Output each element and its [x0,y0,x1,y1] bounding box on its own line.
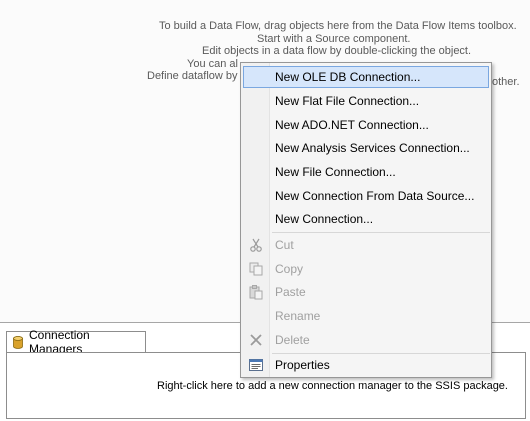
menu-item-new-file-connection[interactable]: New File Connection... [243,161,489,183]
menu-item-label: New Analysis Services Connection... [275,141,470,155]
menu-item-delete[interactable]: Delete [243,329,489,351]
scissors-icon [248,237,264,253]
tab-connection-managers[interactable]: Connection Managers [6,328,146,356]
context-menu: New OLE DB Connection... New Flat File C… [240,62,492,378]
menu-item-new-ole-db-connection[interactable]: New OLE DB Connection... [243,66,489,88]
menu-item-properties[interactable]: Properties [243,354,489,376]
menu-separator [272,232,490,233]
menu-item-label: Delete [275,333,310,347]
menu-item-label: New Flat File Connection... [275,94,420,108]
delete-icon [248,332,264,348]
menu-item-label: Rename [275,309,321,323]
hint-line: Define dataflow by d [147,70,247,82]
menu-item-label: Paste [275,285,306,299]
hint-line: To build a Data Flow, drag objects here … [159,20,517,32]
hint-line: Start with a Source component. [257,32,411,45]
properties-icon [248,357,264,373]
menu-item-new-connection-from-data-source[interactable]: New Connection From Data Source... [243,185,489,207]
menu-item-copy[interactable]: Copy [243,258,489,280]
hint-line: other. [492,76,520,88]
menu-item-cut[interactable]: Cut [243,234,489,256]
hint-line: You can al [187,57,238,70]
copy-icon [248,261,264,277]
menu-item-label: New ADO.NET Connection... [275,118,429,132]
menu-item-new-connection[interactable]: New Connection... [243,208,489,230]
menu-item-new-analysis-services-connection[interactable]: New Analysis Services Connection... [243,137,489,159]
menu-item-label: New OLE DB Connection... [275,70,421,84]
menu-item-new-adonet-connection[interactable]: New ADO.NET Connection... [243,114,489,136]
menu-item-label: Copy [275,262,304,276]
menu-item-label: New Connection... [275,212,374,226]
hint-line: Edit objects in a data flow by double-cl… [202,45,472,57]
menu-item-label: Cut [275,238,294,252]
menu-item-label: Properties [275,358,330,372]
menu-item-label: New Connection From Data Source... [275,189,475,203]
menu-item-label: New File Connection... [275,165,396,179]
paste-icon [248,284,264,300]
connection-managers-hint: Right-click here to add a new connection… [157,380,508,392]
menu-item-rename[interactable]: Rename [243,305,489,327]
menu-item-new-flat-file-connection[interactable]: New Flat File Connection... [243,90,489,112]
database-icon [13,335,23,349]
menu-item-paste[interactable]: Paste [243,281,489,303]
